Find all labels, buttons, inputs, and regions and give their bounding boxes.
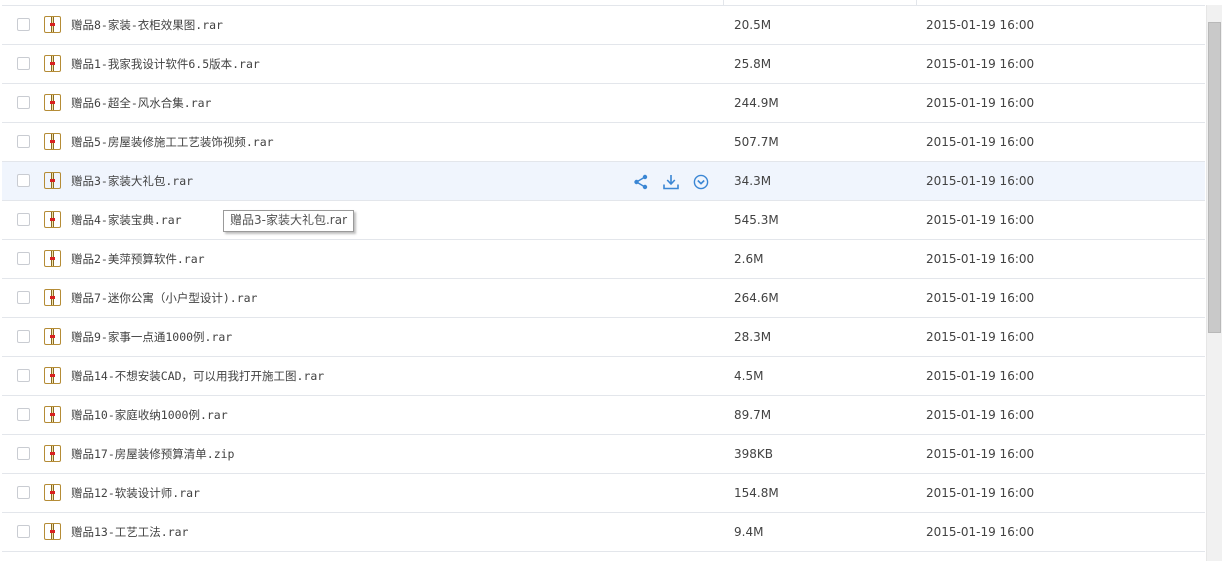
archive-file-icon	[45, 290, 60, 305]
row-checkbox[interactable]	[17, 213, 30, 226]
file-date: 2015-01-19 16:00	[926, 213, 1035, 227]
file-date: 2015-01-19 16:00	[926, 174, 1035, 188]
file-name[interactable]: 赠品12-软装设计师.rar	[71, 474, 200, 512]
filename-tooltip: 赠品3-家装大礼包.rar	[223, 210, 355, 232]
file-name[interactable]: 赠品17-房屋装修预算清单.zip	[71, 435, 234, 473]
file-date: 2015-01-19 16:00	[926, 96, 1035, 110]
archive-file-icon	[45, 56, 60, 71]
file-name[interactable]: 赠品1-我家我设计软件6.5版本.rar	[71, 45, 260, 83]
file-row[interactable]: 赠品1-我家我设计软件6.5版本.rar 25.8M 2015-01-19 16…	[2, 45, 1205, 84]
file-row[interactable]: 赠品7-迷你公寓（小户型设计).rar 264.6M 2015-01-19 16…	[2, 279, 1205, 318]
file-row[interactable]: 赠品8-家装-衣柜效果图.rar 20.5M 2015-01-19 16:00	[2, 6, 1205, 45]
file-date: 2015-01-19 16:00	[926, 486, 1035, 500]
file-name[interactable]: 赠品13-工艺工法.rar	[71, 513, 188, 551]
row-checkbox[interactable]	[17, 252, 30, 265]
file-name[interactable]: 赠品3-家装大礼包.rar	[71, 162, 193, 200]
row-checkbox[interactable]	[17, 408, 30, 421]
file-date: 2015-01-19 16:00	[926, 369, 1035, 383]
row-checkbox[interactable]	[17, 447, 30, 460]
row-checkbox[interactable]	[17, 96, 30, 109]
file-size: 25.8M	[734, 57, 772, 71]
archive-file-icon	[45, 95, 60, 110]
row-checkbox[interactable]	[17, 369, 30, 382]
file-size: 244.9M	[734, 96, 779, 110]
file-name[interactable]: 赠品9-家事一点通1000例.rar	[71, 318, 232, 356]
file-date: 2015-01-19 16:00	[926, 291, 1035, 305]
file-size: 28.3M	[734, 330, 772, 344]
file-row[interactable]: 赠品12-软装设计师.rar 154.8M 2015-01-19 16:00	[2, 474, 1205, 513]
file-row[interactable]: 赠品13-工艺工法.rar 9.4M 2015-01-19 16:00	[2, 513, 1205, 552]
file-size: 34.3M	[734, 174, 772, 188]
archive-file-icon	[45, 212, 60, 227]
archive-file-icon	[45, 134, 60, 149]
row-checkbox[interactable]	[17, 57, 30, 70]
file-size: 20.5M	[734, 18, 772, 32]
file-row[interactable]: 赠品2-美萍预算软件.rar 2.6M 2015-01-19 16:00	[2, 240, 1205, 279]
file-size: 2.6M	[734, 252, 764, 266]
row-checkbox[interactable]	[17, 330, 30, 343]
file-row[interactable]: 赠品10-家庭收纳1000例.rar 89.7M 2015-01-19 16:0…	[2, 396, 1205, 435]
archive-file-icon	[45, 524, 60, 539]
more-icon[interactable]	[692, 173, 710, 191]
file-row[interactable]: 赠品14-不想安装CAD，可以用我打开施工图.rar 4.5M 2015-01-…	[2, 357, 1205, 396]
file-size: 507.7M	[734, 135, 779, 149]
file-date: 2015-01-19 16:00	[926, 525, 1035, 539]
file-row[interactable]: 赠品9-家事一点通1000例.rar 28.3M 2015-01-19 16:0…	[2, 318, 1205, 357]
file-name[interactable]: 赠品6-超全-风水合集.rar	[71, 84, 211, 122]
archive-file-icon	[45, 407, 60, 422]
file-name[interactable]: 赠品10-家庭收纳1000例.rar	[71, 396, 228, 434]
archive-file-icon	[45, 446, 60, 461]
file-name[interactable]: 赠品7-迷你公寓（小户型设计).rar	[71, 279, 257, 317]
file-name[interactable]: 赠品14-不想安装CAD，可以用我打开施工图.rar	[71, 357, 324, 395]
file-list: 赠品8-家装-衣柜效果图.rar 20.5M 2015-01-19 16:00 …	[2, 0, 1205, 552]
file-date: 2015-01-19 16:00	[926, 330, 1035, 344]
vertical-scrollbar[interactable]	[1206, 5, 1222, 561]
file-size: 89.7M	[734, 408, 772, 422]
row-checkbox[interactable]	[17, 18, 30, 31]
file-date: 2015-01-19 16:00	[926, 252, 1035, 266]
file-row[interactable]: 赠品5-房屋装修施工工艺装饰视频.rar 507.7M 2015-01-19 1…	[2, 123, 1205, 162]
archive-file-icon	[45, 329, 60, 344]
file-size: 264.6M	[734, 291, 779, 305]
archive-file-icon	[45, 485, 60, 500]
row-checkbox[interactable]	[17, 135, 30, 148]
scrollbar-thumb[interactable]	[1208, 22, 1221, 333]
file-size: 545.3M	[734, 213, 779, 227]
archive-file-icon	[45, 17, 60, 32]
file-size: 9.4M	[734, 525, 764, 539]
file-row[interactable]: 赠品17-房屋装修预算清单.zip 398KB 2015-01-19 16:00	[2, 435, 1205, 474]
row-checkbox[interactable]	[17, 525, 30, 538]
file-row[interactable]: 赠品4-家装宝典.rar 545.3M 2015-01-19 16:00	[2, 201, 1205, 240]
file-date: 2015-01-19 16:00	[926, 57, 1035, 71]
file-size: 398KB	[734, 447, 774, 461]
row-checkbox[interactable]	[17, 291, 30, 304]
file-name[interactable]: 赠品2-美萍预算软件.rar	[71, 240, 205, 278]
row-checkbox[interactable]	[17, 486, 30, 499]
archive-file-icon	[45, 251, 60, 266]
share-icon[interactable]	[632, 173, 650, 191]
row-checkbox[interactable]	[17, 174, 30, 187]
file-row[interactable]: 赠品3-家装大礼包.rar 34.3M 2015-01-19 16:00	[2, 162, 1205, 201]
file-date: 2015-01-19 16:00	[926, 447, 1035, 461]
column-separator	[916, 0, 917, 5]
file-name[interactable]: 赠品8-家装-衣柜效果图.rar	[71, 6, 223, 44]
file-size: 4.5M	[734, 369, 764, 383]
file-name[interactable]: 赠品4-家装宝典.rar	[71, 201, 182, 239]
download-icon[interactable]	[662, 173, 680, 191]
column-separator	[723, 0, 724, 5]
file-date: 2015-01-19 16:00	[926, 135, 1035, 149]
archive-file-icon	[45, 368, 60, 383]
file-size: 154.8M	[734, 486, 779, 500]
file-name[interactable]: 赠品5-房屋装修施工工艺装饰视频.rar	[71, 123, 274, 161]
file-date: 2015-01-19 16:00	[926, 18, 1035, 32]
archive-file-icon	[45, 173, 60, 188]
file-date: 2015-01-19 16:00	[926, 408, 1035, 422]
file-row[interactable]: 赠品6-超全-风水合集.rar 244.9M 2015-01-19 16:00	[2, 84, 1205, 123]
